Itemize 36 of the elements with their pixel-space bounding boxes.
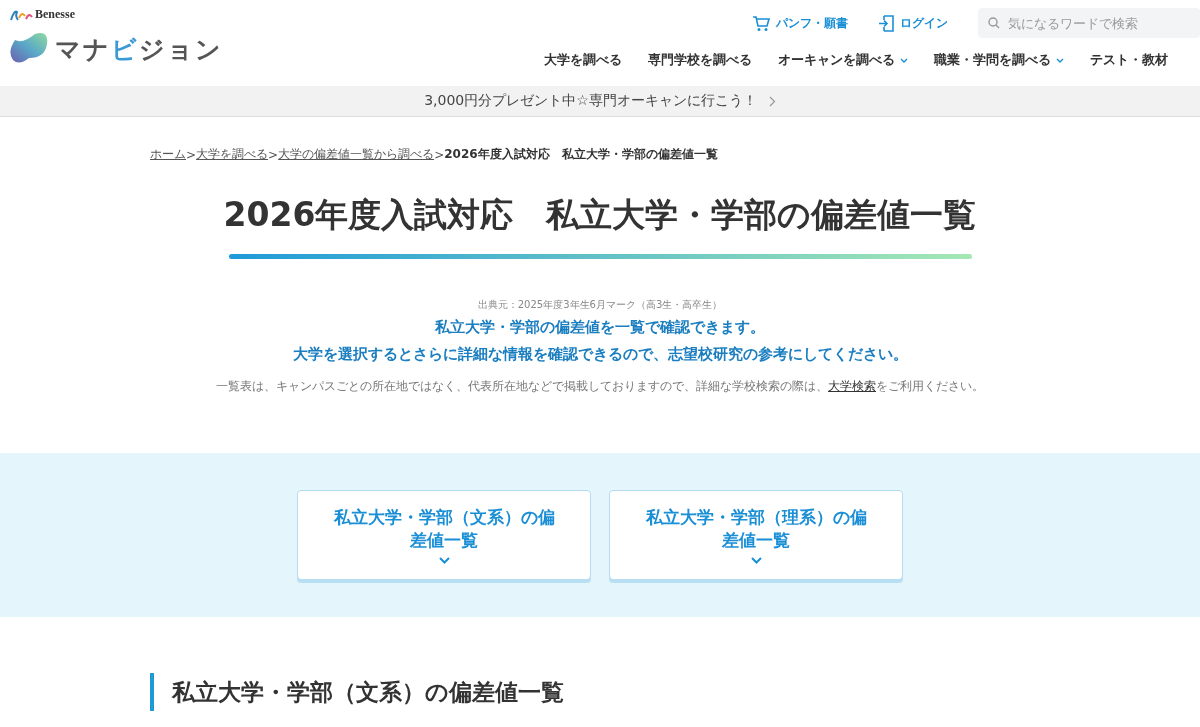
nav-link[interactable]: 専門学校を調べる bbox=[648, 51, 752, 69]
university-search-link[interactable]: 大学検索 bbox=[828, 379, 876, 393]
utility-link[interactable]: ログイン bbox=[878, 14, 948, 32]
breadcrumb-separator: > bbox=[268, 147, 279, 162]
corporate-logo-text: Benesse bbox=[35, 7, 75, 22]
lead-text: 私立大学・学部の偏差値を一覧で確認できます。 bbox=[434, 318, 766, 337]
jump-button[interactable]: 私立大学・学部（文系）の偏差値一覧 bbox=[297, 490, 591, 580]
nav-link[interactable]: 職業・学問を調べる bbox=[934, 51, 1064, 69]
cart-icon bbox=[752, 14, 770, 32]
search-icon bbox=[988, 17, 1000, 29]
chevron-down-icon bbox=[1056, 57, 1064, 63]
breadcrumb-separator: > bbox=[434, 147, 445, 162]
breadcrumb-link[interactable]: 大学を調べる bbox=[196, 146, 269, 163]
breadcrumb-current: 2026年度入試対応 私立大学・学部の偏差値一覧 bbox=[444, 146, 718, 163]
login-icon bbox=[878, 14, 894, 32]
page-title: 2026年度入試対応 私立大学・学部の偏差値一覧 bbox=[223, 194, 977, 236]
chevron-down-icon bbox=[750, 556, 762, 564]
banner-text: 3,000円分プレゼント中☆専門オーキャンに行こう！ bbox=[424, 92, 757, 110]
breadcrumb-link[interactable]: 大学の偏差値一覧から調べる bbox=[278, 146, 435, 163]
breadcrumb-link[interactable]: ホーム bbox=[150, 146, 186, 163]
chevron-down-icon bbox=[438, 556, 450, 564]
promo-banner[interactable]: 3,000円分プレゼント中☆専門オーキャンに行こう！ bbox=[0, 86, 1200, 117]
nav-link[interactable]: オーキャンを調べる bbox=[778, 51, 908, 69]
brand-logo-text[interactable]: マナ ビジョン bbox=[55, 32, 223, 66]
chevron-down-icon bbox=[900, 57, 908, 63]
note-text: 一覧表は、キャンパスごとの所在地ではなく、代表所在地などで掲載しておりますので、詳細な学校検索の際は、大学検索をご利用ください。 bbox=[215, 378, 985, 395]
search-field[interactable]: 気になるワードで検索 bbox=[978, 8, 1200, 38]
breadcrumb-separator: > bbox=[186, 147, 197, 162]
nav-link[interactable]: 大学を調べる bbox=[544, 51, 622, 69]
lead-text: 大学を選択するとさらに詳細な情報を確認できるので、志望校研究の参考にしてください。 bbox=[291, 345, 909, 364]
section-heading: 私立大学・学部（文系）の偏差値一覧 bbox=[150, 673, 1200, 711]
source-note: 出典元：2025年度3年生6月マーク（高3生・高卒生） bbox=[476, 298, 724, 312]
chevron-right-icon bbox=[768, 95, 776, 107]
utility-link[interactable]: パンフ・願書 bbox=[752, 14, 848, 32]
nav-link[interactable]: テスト・教材 bbox=[1090, 51, 1168, 69]
jump-button[interactable]: 私立大学・学部（理系）の偏差値一覧 bbox=[609, 490, 903, 580]
